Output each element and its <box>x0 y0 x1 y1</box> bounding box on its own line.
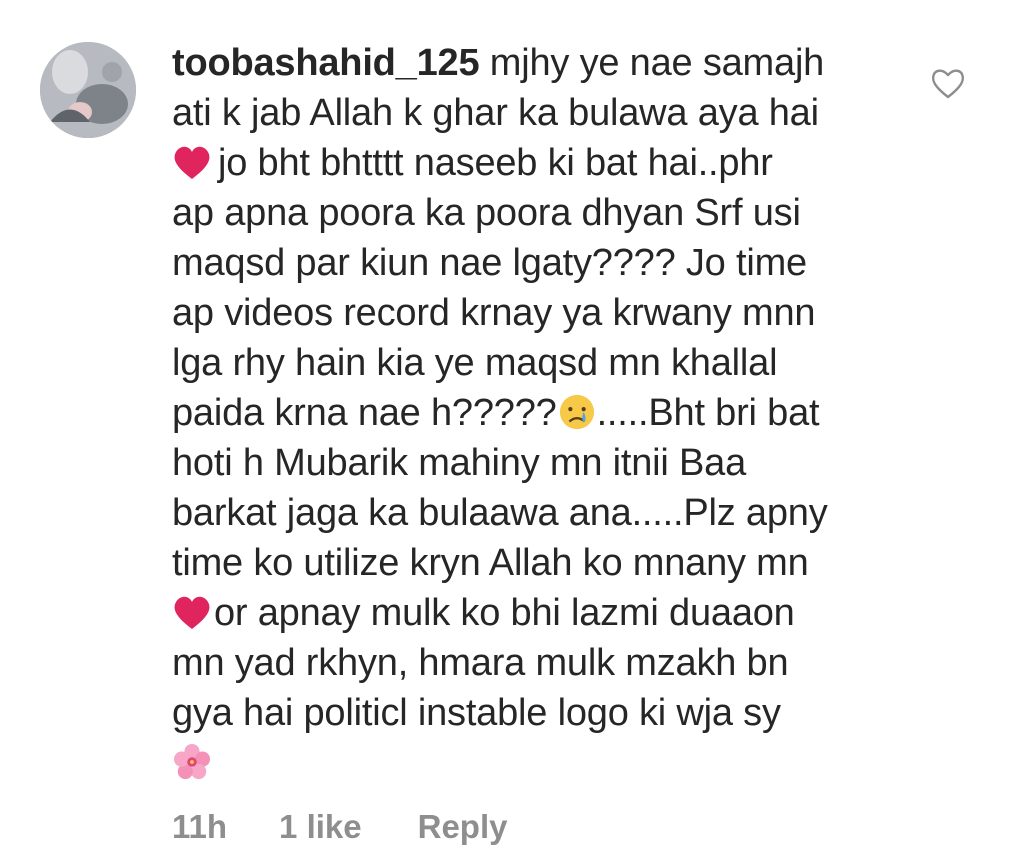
username-link[interactable]: toobashahid_125 <box>172 42 480 84</box>
comment-line <box>172 738 912 788</box>
comment-line: or apnay mulk ko bhi lazmi duaaon <box>172 588 912 638</box>
comment-text: .....Bht bri bat <box>596 392 820 434</box>
comment-line: ap apna poora ka poora dhyan Srf usi <box>172 192 801 234</box>
crying-face-icon <box>557 393 597 431</box>
comment-text: mjhy ye nae samajh <box>489 42 825 84</box>
comment-line: time ko utilize kryn Allah ko mnany mn <box>172 542 809 584</box>
hibiscus-icon <box>172 743 212 781</box>
comment-line: toobashahid_125 mjhy ye nae samajh <box>172 38 912 88</box>
comment-line: lga rhy hain kia ye maqsd mn khallal <box>172 342 778 384</box>
comment-line: hoti h Mubarik mahiny mn itnii Baa <box>172 442 747 484</box>
reply-button[interactable]: Reply <box>418 808 508 846</box>
comment-body: toobashahid_125 mjhy ye nae samajh ati k… <box>172 38 912 788</box>
likes-count-link[interactable]: 1 like <box>279 808 362 846</box>
comment-meta: 11h 1 like Reply <box>172 808 508 846</box>
comment-text: or apnay mulk ko bhi lazmi duaaon <box>214 592 795 634</box>
comment-text: jo bht bhtttt naseeb ki bat hai..phr <box>218 142 773 184</box>
comment-line: paida krna nae h????? .....Bht bri bat <box>172 388 912 438</box>
comment-line: ap videos record krnay ya krwany mnn <box>172 292 816 334</box>
comment-line: maqsd par kiun nae lgaty???? Jo time <box>172 242 807 284</box>
comment-line: barkat jaga ka bulaawa ana.....Plz apny <box>172 492 828 534</box>
avatar[interactable] <box>40 42 136 138</box>
timestamp: 11h <box>172 808 228 845</box>
comment-line: ati k jab Allah k ghar ka bulawa aya hai <box>172 92 819 134</box>
avatar-photo <box>40 42 136 138</box>
comment-line: gya hai politicl instable logo ki wja sy <box>172 692 781 734</box>
comment-text: paida krna nae h????? <box>172 392 557 434</box>
comment-line: jo bht bhtttt naseeb ki bat hai..phr <box>172 138 912 188</box>
red-heart-icon <box>172 143 212 181</box>
like-heart-icon[interactable] <box>930 66 966 100</box>
red-heart-icon <box>172 593 212 631</box>
comment-line: mn yad rkhyn, hmara mulk mzakh bn <box>172 642 789 684</box>
